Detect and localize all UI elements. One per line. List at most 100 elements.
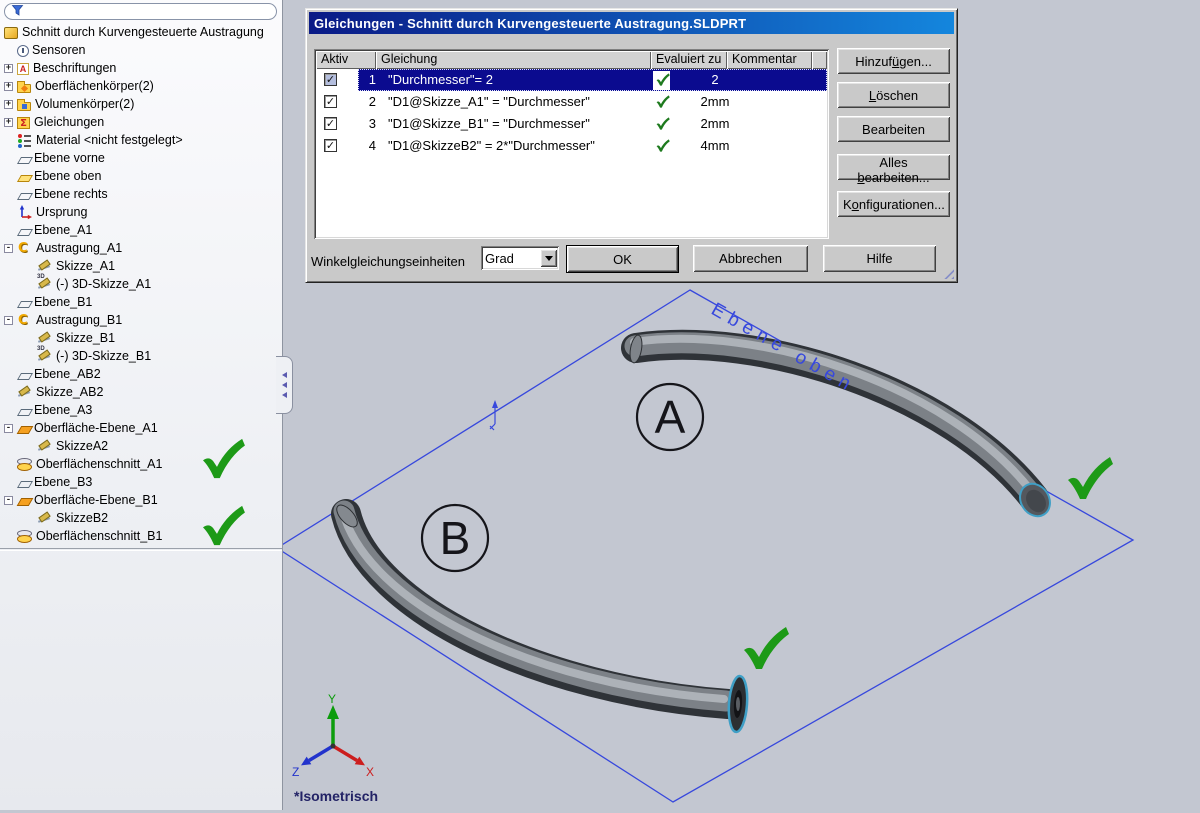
plane-ebene-oben-outline[interactable]	[275, 289, 1135, 803]
tree-item-skizze-ab2[interactable]: +Skizze_AB2	[0, 383, 282, 401]
tree-item-austragung-a1[interactable]: - Austragung_A1	[0, 239, 282, 257]
column-header-gleichung[interactable]: Gleichung	[376, 51, 651, 69]
plane-selected-icon	[16, 174, 34, 182]
sketch-origin-icon	[489, 400, 498, 431]
equation-number: 3	[368, 116, 376, 131]
equation-text[interactable]: "D1@Skizze_A1" = "Durchmesser"	[388, 94, 590, 109]
tree-item-ebene-oben[interactable]: +Ebene oben	[0, 167, 282, 185]
tree-item-material-nicht-festgelegt[interactable]: +Material <nicht festgelegt>	[0, 131, 282, 149]
tree-item-gleichungen[interactable]: + Gleichungen	[0, 113, 282, 131]
equation-number: 4	[368, 138, 376, 153]
equation-row-1[interactable]: ✓ 1 "Durchmesser"= 2 2	[316, 69, 827, 91]
equation-row-4[interactable]: ✓ 4 "D1@SkizzeB2" = 2*"Durchmesser" 4mm	[316, 135, 827, 157]
tree-item-ebene-a1[interactable]: +Ebene_A1	[0, 221, 282, 239]
tree-item-ebene-a3[interactable]: +Ebene_A3	[0, 401, 282, 419]
tree-item-ebene-ab2[interactable]: +Ebene_AB2	[0, 365, 282, 383]
tree-item-label: Ebene rechts	[34, 187, 108, 201]
tree-expand-toggle[interactable]: -	[4, 315, 13, 325]
sketch-icon	[37, 259, 52, 274]
cancel-button[interactable]: Abbrechen	[693, 245, 808, 272]
tree-item-label: (-) 3D-Skizze_B1	[56, 349, 152, 363]
surface-folder-icon	[17, 80, 31, 93]
check-icon	[203, 438, 245, 479]
equations-table[interactable]: Aktiv Gleichung Evaluiert zu Kommentar ✓…	[314, 49, 829, 239]
equations-icon	[17, 116, 30, 129]
check-icon	[656, 117, 670, 130]
plane-icon	[16, 480, 34, 488]
tree-expand-toggle[interactable]: +	[4, 117, 13, 127]
tree-item-ebene-vorne[interactable]: +Ebene vorne	[0, 149, 282, 167]
tree-item-label: Volumenkörper(2)	[35, 97, 135, 111]
equation-row-2[interactable]: ✓ 2 "D1@Skizze_A1" = "Durchmesser" 2mm	[316, 91, 827, 113]
resize-grip-icon[interactable]	[940, 265, 954, 279]
tree-expand-toggle[interactable]: -	[4, 495, 13, 505]
tree-item-label: Ebene_A1	[34, 223, 93, 237]
tree-item-austragung-b1[interactable]: - Austragung_B1	[0, 311, 282, 329]
bearbeiten-button[interactable]: Bearbeiten	[837, 116, 950, 142]
column-header-evaluiert[interactable]: Evaluiert zu	[651, 51, 727, 69]
tree-item-sensoren[interactable]: +Sensoren	[0, 41, 282, 59]
tree-item-label: Ebene_B3	[34, 475, 93, 489]
splitter-arrows-icon	[281, 372, 287, 378]
sketch3d-icon: 3D	[37, 346, 52, 364]
equation-text[interactable]: "D1@SkizzeB2" = 2*"Durchmesser"	[388, 138, 595, 153]
tree-expand-toggle[interactable]: -	[4, 243, 13, 253]
material-icon	[17, 133, 32, 148]
tree-expand-toggle[interactable]: -	[4, 423, 13, 433]
active-checkbox[interactable]: ✓	[324, 117, 337, 130]
tree-item-ebene-rechts[interactable]: +Ebene rechts	[0, 185, 282, 203]
tree-pane-divider[interactable]	[0, 548, 282, 551]
equation-text[interactable]: "Durchmesser"= 2	[388, 72, 493, 87]
ok-button[interactable]: OK	[566, 245, 679, 273]
alles-bearbeiten-button[interactable]: Alles bearbeiten...	[837, 154, 950, 185]
tree-item-oberfl-chenk-rper-2[interactable]: + Oberflächenkörper(2)	[0, 77, 282, 95]
tree-item-label: Ursprung	[36, 205, 88, 219]
help-button[interactable]: Hilfe	[823, 245, 936, 272]
panel-splitter-handle[interactable]	[276, 356, 293, 414]
angle-units-dropdown[interactable]: Grad	[481, 246, 559, 270]
equation-row-3[interactable]: ✓ 3 "D1@Skizze_B1" = "Durchmesser" 2mm	[316, 113, 827, 135]
tree-item-3d-skizze-b1[interactable]: +3D(-) 3D-Skizze_B1	[0, 346, 282, 365]
konfigurationen-button[interactable]: Konfigurationen...	[837, 191, 950, 217]
tree-item-label: Oberfläche-Ebene_B1	[34, 493, 158, 507]
column-header-aktiv[interactable]: Aktiv	[316, 51, 376, 69]
axis-y-label: Y	[328, 692, 336, 706]
hinzuf-gen-button[interactable]: Hinzufügen...	[837, 48, 950, 74]
filter-input[interactable]	[28, 3, 270, 20]
tree-item-skizze-b1[interactable]: +Skizze_B1	[0, 329, 282, 347]
plane-icon	[16, 372, 34, 380]
dialog-titlebar[interactable]: Gleichungen - Schnitt durch Kurvengesteu…	[309, 12, 954, 34]
active-checkbox[interactable]: ✓	[324, 73, 337, 86]
tree-item-ebene-b1[interactable]: +Ebene_B1	[0, 293, 282, 311]
tree-item-oberfl-che-ebene-a1[interactable]: - Oberfläche-Ebene_A1	[0, 419, 282, 437]
swept-tube-a[interactable]	[621, 329, 1056, 522]
tree-item-volumenk-rper-2[interactable]: + Volumenkörper(2)	[0, 95, 282, 113]
evaluated-value: 4mm	[700, 138, 730, 153]
active-checkbox[interactable]: ✓	[324, 139, 337, 152]
column-header-kommentar[interactable]: Kommentar	[727, 51, 812, 69]
tree-item-beschriftungen[interactable]: + Beschriftungen	[0, 59, 282, 77]
tree-item-ursprung[interactable]: +Ursprung	[0, 203, 282, 221]
balloon-b: B	[420, 503, 490, 573]
tree-item-label: Austragung_A1	[36, 241, 123, 255]
plane-icon	[16, 300, 34, 308]
active-checkbox[interactable]: ✓	[324, 95, 337, 108]
tree-filter-box[interactable]	[4, 3, 277, 20]
swept-tube-b[interactable]	[331, 499, 749, 734]
check-icon	[203, 505, 245, 546]
tree-item-label: Austragung_B1	[36, 313, 123, 327]
tree-expand-toggle[interactable]: +	[4, 99, 13, 109]
tube-b-flange[interactable]	[727, 674, 749, 734]
equations-dialog: Gleichungen - Schnitt durch Kurvengesteu…	[305, 8, 958, 283]
tree-item-skizze-a1[interactable]: +Skizze_A1	[0, 257, 282, 275]
equation-number: 2	[368, 94, 376, 109]
equation-text[interactable]: "D1@Skizze_B1" = "Durchmesser"	[388, 116, 590, 131]
tree-item-3d-skizze-a1[interactable]: +3D(-) 3D-Skizze_A1	[0, 274, 282, 293]
tree-expand-toggle[interactable]: +	[4, 63, 13, 73]
l-schen-button[interactable]: Löschen	[837, 82, 950, 108]
tree-expand-toggle[interactable]: +	[4, 81, 13, 91]
tree-item-label: SkizzeB2	[56, 511, 109, 525]
equation-number: 1	[368, 72, 376, 87]
tree-item-schnitt-durch-kurvengesteuerte-austragung[interactable]: Schnitt durch Kurvengesteuerte Austragun…	[0, 23, 282, 41]
dropdown-button[interactable]	[540, 249, 557, 267]
